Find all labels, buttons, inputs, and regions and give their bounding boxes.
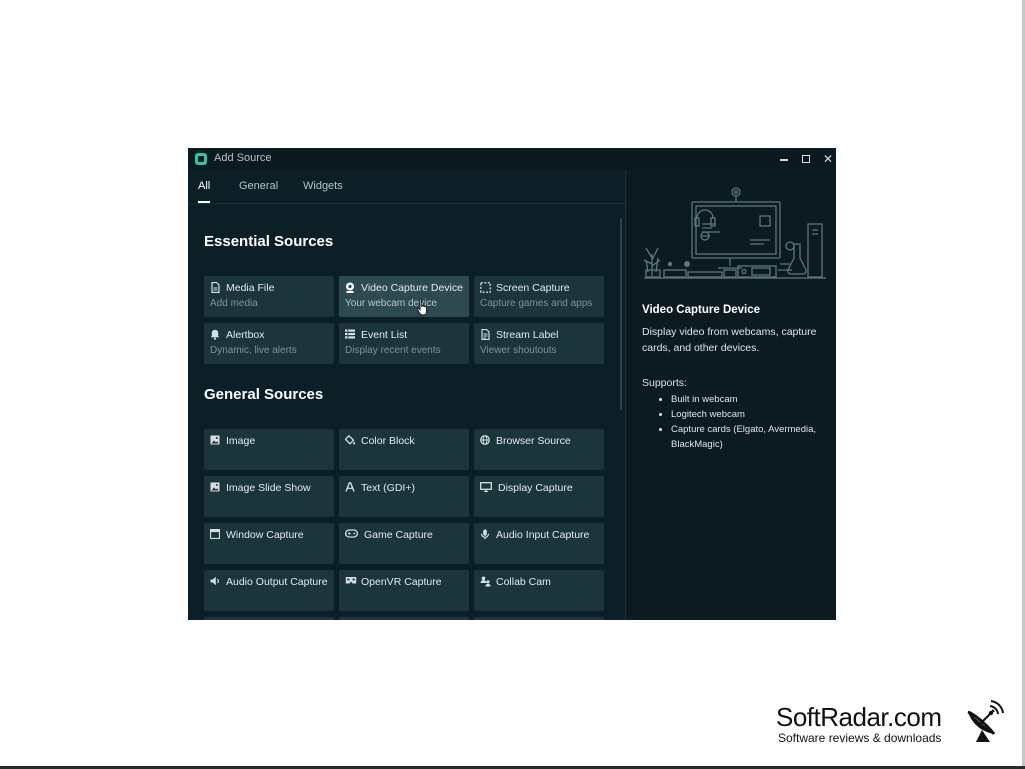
source-card-subtitle: Viewer shoutouts [480,345,557,356]
source-card-title: Audio Output Capture [226,576,328,588]
tab-bar: All General Widgets [188,170,625,204]
detail-title: Video Capture Device [642,304,761,316]
source-card-image-slide-show[interactable]: Image Slide Show [204,476,334,517]
vr-headset-icon [345,576,357,587]
page-background: Add Source ✕ All General Widgets Essenti… [0,0,1025,769]
source-card-title: Media File [226,282,275,294]
monitor-icon [480,482,492,493]
watermark-brand: SoftRadar.com [776,702,942,732]
window-icon [209,528,221,540]
source-card-title: Color Block [361,435,415,447]
window-title: Add Source [214,152,272,164]
file-icon [210,281,220,294]
tab-general[interactable]: General [239,180,278,192]
source-card-title: Window Capture [226,529,304,541]
source-detail-pane: Video Capture Device Display video from … [626,170,836,620]
source-card-title: Image [226,435,256,447]
list-icon [345,329,355,340]
source-card-media-file[interactable]: Media File Add media [204,276,334,317]
source-card-partial[interactable] [339,617,469,620]
source-card-title: Image Slide Show [226,482,311,494]
supports-list: Built in webcam Logitech webcam Capture … [656,392,826,452]
source-card-title: Game Capture [364,529,433,541]
source-card-title: Text (GDI+) [361,482,415,494]
general-sources-heading: General Sources [204,386,324,403]
image-icon [210,435,220,446]
hand-pointer-cursor-icon [416,298,427,316]
image-icon [210,482,220,493]
source-card-title: Collab Cam [496,576,551,588]
title-bar: Add Source ✕ [188,148,836,170]
source-card-collab-cam[interactable]: Collab Cam [474,570,604,611]
source-card-image[interactable]: Image [204,429,334,470]
source-card-window-capture[interactable]: Window Capture [204,523,334,564]
source-card-event-list[interactable]: Event List Display recent events [339,323,469,364]
source-card-openvr-capture[interactable]: OpenVR Capture [339,570,469,611]
source-card-color-block[interactable]: Color Block [339,429,469,470]
active-tab-indicator [198,201,210,203]
source-card-alertbox[interactable]: Alertbox Dynamic, live alerts [204,323,334,364]
tab-all[interactable]: All [198,180,210,192]
close-button[interactable]: ✕ [820,151,836,167]
source-card-title: Video Capture Device [361,282,463,294]
supports-label: Supports: [642,377,687,389]
satellite-dish-icon [967,700,1004,742]
source-card-title: Alertbox [226,329,265,341]
source-card-subtitle: Add media [210,298,258,309]
source-card-video-capture-device[interactable]: Video Capture Device Your webcam device [339,276,469,317]
source-card-title: OpenVR Capture [361,576,442,588]
essential-sources-heading: Essential Sources [204,233,334,250]
close-icon: ✕ [822,152,834,166]
supports-list-item: Built in webcam [656,392,826,407]
source-card-subtitle: Capture games and apps [480,298,593,309]
source-card-partial[interactable] [204,617,334,620]
supports-list-item: Logitech webcam [656,407,826,422]
tab-widgets[interactable]: Widgets [303,180,343,192]
watermark-tagline: Software reviews & downloads [778,731,942,745]
maximize-button[interactable] [798,151,814,167]
paint-bucket-icon [344,434,356,446]
app-logo-icon [195,153,207,165]
screen-capture-icon [480,282,491,293]
detail-description: Display video from webcams, capture card… [642,326,817,354]
minimize-icon [780,159,788,161]
source-card-text-gdi[interactable]: Text (GDI+) [339,476,469,517]
microphone-icon [480,529,490,540]
source-card-title: Stream Label [496,329,559,341]
source-card-subtitle: Display recent events [345,345,441,356]
source-card-audio-output-capture[interactable]: Audio Output Capture [204,570,334,611]
source-card-audio-input-capture[interactable]: Audio Input Capture [474,523,604,564]
add-source-dialog: Add Source ✕ All General Widgets Essenti… [188,148,836,620]
source-card-title: Audio Input Capture [496,529,590,541]
webcam-icon [345,282,355,293]
maximize-icon [802,155,810,163]
gamepad-icon [344,529,359,540]
source-card-subtitle: Dynamic, live alerts [210,345,297,356]
source-card-partial[interactable] [474,617,604,620]
minimize-button[interactable] [776,151,792,167]
source-card-stream-label[interactable]: Stream Label Viewer shoutouts [474,323,604,364]
source-list-pane: All General Widgets Essential Sources Me… [188,170,625,620]
source-card-display-capture[interactable]: Display Capture [474,476,604,517]
source-card-title: Screen Capture [496,282,570,294]
supports-list-item: Capture cards (Elgato, Avermedia, BlackM… [656,422,826,452]
label-icon [480,328,490,341]
bell-icon [210,329,220,340]
speaker-icon [210,576,220,587]
webcam-setup-illustration-icon [643,187,826,279]
people-icon [480,576,492,587]
source-list-scrollbar[interactable] [620,218,622,410]
source-card-title: Browser Source [496,435,571,447]
source-card-game-capture[interactable]: Game Capture [339,523,469,564]
source-card-screen-capture[interactable]: Screen Capture Capture games and apps [474,276,604,317]
text-icon [345,482,355,493]
source-card-browser-source[interactable]: Browser Source [474,429,604,470]
source-card-title: Event List [361,329,408,341]
globe-icon [480,435,490,446]
source-card-title: Display Capture [498,482,573,494]
